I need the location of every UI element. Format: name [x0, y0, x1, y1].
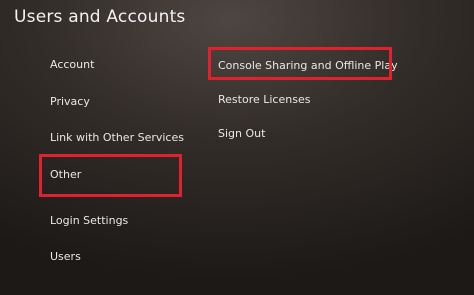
sidebar-item-link-with-other-services[interactable]: Link with Other Services — [50, 131, 184, 145]
restore-licenses-option[interactable]: Restore Licenses — [218, 93, 310, 107]
console-sharing-offline-play-option[interactable]: Console Sharing and Offline Play — [218, 59, 398, 73]
settings-screen: Users and Accounts Account Privacy Link … — [0, 0, 474, 295]
sidebar-item-other[interactable]: Other — [50, 168, 81, 182]
sidebar-item-users[interactable]: Users — [50, 250, 81, 264]
page-title: Users and Accounts — [14, 7, 186, 27]
sidebar-item-privacy[interactable]: Privacy — [50, 95, 90, 109]
sidebar-item-login-settings[interactable]: Login Settings — [50, 214, 128, 228]
sign-out-option[interactable]: Sign Out — [218, 127, 265, 141]
sidebar-item-account[interactable]: Account — [50, 58, 94, 72]
